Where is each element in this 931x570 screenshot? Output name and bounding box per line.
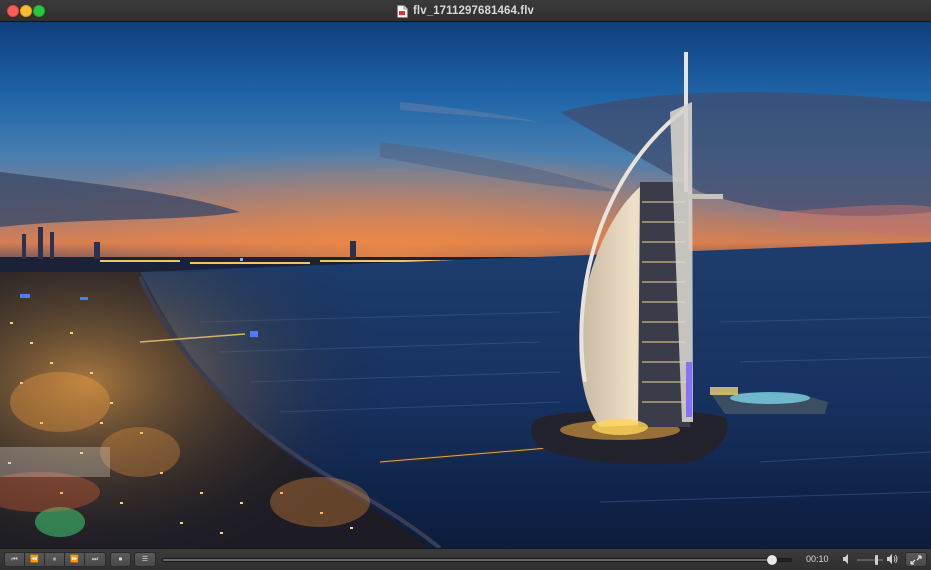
current-time: 00:10 xyxy=(806,554,829,564)
skip-forward-button[interactable]: ⏭ xyxy=(84,552,106,567)
volume-handle[interactable] xyxy=(875,555,878,565)
document-icon xyxy=(397,4,408,18)
fullscreen-icon xyxy=(910,554,922,565)
window-title: flv_1711297681464.flv xyxy=(412,5,535,17)
rewind-button[interactable]: ⏪ xyxy=(24,552,45,567)
volume-low-icon[interactable] xyxy=(842,553,852,565)
seek-progress xyxy=(163,559,773,561)
pause-button[interactable]: ⏸ xyxy=(44,552,65,567)
stop-button[interactable]: ⏹ xyxy=(110,552,131,567)
seek-bar[interactable] xyxy=(162,555,792,565)
window-title-group: flv_1711297681464.flv xyxy=(0,0,931,22)
video-image xyxy=(0,22,931,548)
skip-back-button[interactable]: ⏮ xyxy=(4,552,25,567)
volume-high-icon[interactable] xyxy=(886,553,898,565)
fast-forward-button[interactable]: ⏩ xyxy=(64,552,85,567)
fullscreen-button[interactable] xyxy=(905,552,927,567)
title-bar: flv_1711297681464.flv xyxy=(0,0,931,22)
seek-handle[interactable] xyxy=(767,555,778,565)
playlist-button[interactable]: ☰ xyxy=(134,552,156,567)
video-frame[interactable] xyxy=(0,22,931,548)
player-control-bar: ⏮ ⏪ ⏸ ⏩ ⏭ ⏹ ☰ 00:10 xyxy=(0,548,931,570)
volume-slider[interactable] xyxy=(857,555,883,565)
